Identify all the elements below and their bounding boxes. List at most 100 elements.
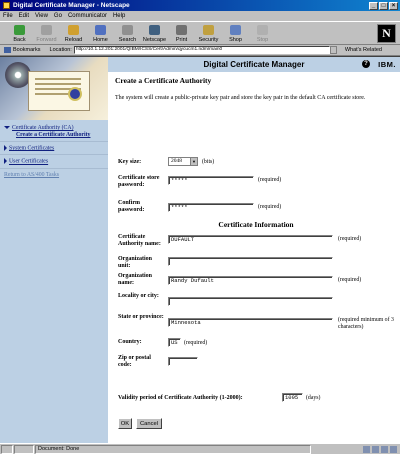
menu-help[interactable]: Help	[113, 13, 125, 19]
location-bar: Bookmarks Location: http://10.1.12.201:2…	[0, 45, 400, 56]
menu-go[interactable]: Go	[54, 13, 62, 19]
org-name-field[interactable]: Randy Dufault	[168, 276, 333, 285]
cancel-button[interactable]: Cancel	[136, 418, 162, 429]
bookmarks-button[interactable]: Bookmarks	[4, 47, 41, 53]
ca-name-field[interactable]: DUFAULT	[168, 235, 333, 244]
validity-unit: (days)	[306, 395, 321, 401]
forward-button[interactable]: Forward	[33, 22, 60, 44]
back-button[interactable]: Back	[6, 22, 33, 44]
toolbar-button-label: Home	[93, 37, 108, 43]
bookmarks-icon	[4, 47, 11, 53]
header-bar: Digital Certificate Manager ? IBM.	[108, 57, 400, 72]
search-button[interactable]: Search	[114, 22, 141, 44]
print-icon	[176, 25, 187, 35]
reload-button[interactable]: Reload	[60, 22, 87, 44]
toolbar-button-label: Forward	[36, 37, 57, 43]
menu-communicator[interactable]: Communicator	[68, 13, 107, 19]
maximize-button[interactable]: □	[379, 1, 388, 10]
toolbar-button-label: Shop	[229, 37, 242, 43]
sidebar-nav: Certificate Authority (CA) Create a Cert…	[0, 120, 108, 181]
toolbar-button-label: Search	[118, 37, 137, 43]
whats-related-button[interactable]: What's Related	[345, 47, 382, 53]
ok-button[interactable]: OK	[118, 418, 132, 429]
url-field[interactable]: http://10.1.12.201:2001/QIBM/ICSS/Cert/A…	[73, 46, 330, 54]
expand-triangle-icon	[4, 126, 10, 130]
return-to-tasks-link[interactable]: Return to AS/400 Tasks	[0, 169, 108, 181]
status-bar: Document: Done	[0, 443, 400, 454]
toolbar-button-label: Security	[198, 37, 219, 43]
discussion-icon[interactable]	[390, 445, 397, 453]
page-content: Certificate Authority (CA) Create a Cert…	[0, 56, 400, 443]
sidebar-item-certificate-authority[interactable]: Certificate Authority (CA) Create a Cert…	[0, 122, 108, 142]
sidebar-item-label: Certificate Authority (CA)	[12, 125, 74, 131]
seal-graphic	[68, 87, 82, 101]
navigator-icon[interactable]	[363, 445, 370, 453]
zip-label: Zip or postal code:	[118, 355, 151, 368]
sidebar-item-user-certificates[interactable]: User Certificates	[0, 155, 108, 169]
country-field[interactable]: US	[168, 338, 181, 347]
toolbar-button-label: Stop	[256, 37, 269, 43]
shop-button[interactable]: Shop	[222, 22, 249, 44]
print-button[interactable]: Print	[168, 22, 195, 44]
navigation-toolbar: Back Forward Reload Home Search Netscape Print…	[0, 21, 400, 45]
zip-field[interactable]	[168, 357, 198, 366]
mail-icon[interactable]	[372, 445, 379, 453]
required-note: (required)	[258, 204, 282, 210]
search-icon	[122, 25, 133, 35]
state-field[interactable]: Minnesota	[168, 318, 333, 327]
forward-arrow-icon	[41, 25, 52, 35]
key-size-label: Key size:	[118, 159, 142, 165]
confirm-password-field[interactable]: *****	[168, 203, 254, 212]
store-password-field[interactable]: *****	[168, 175, 254, 185]
key-size-select[interactable]: 2048 ▼	[168, 157, 198, 166]
netscape-button[interactable]: Netscape	[141, 22, 168, 44]
composer-icon[interactable]	[381, 445, 388, 453]
key-size-unit: (bits)	[202, 159, 215, 165]
toolbar-button-label: Back	[13, 37, 26, 43]
netscape-logo: N	[377, 24, 396, 43]
status-text: Document: Done	[35, 444, 311, 454]
ibm-logo: IBM.	[378, 60, 396, 69]
chevron-down-icon: ▼	[190, 158, 197, 165]
menu-edit[interactable]: Edit	[19, 13, 29, 19]
sidebar-item-system-certificates[interactable]: System Certificates	[0, 142, 108, 156]
state-required-note: (required minimum of 3 characters)	[338, 317, 394, 330]
netscape-icon	[149, 25, 160, 35]
sidebar-subitem-create-ca[interactable]: Create a Certificate Authority	[4, 132, 104, 138]
security-status-icon[interactable]	[1, 444, 13, 454]
ca-name-label: Certificate Authority name:	[118, 234, 161, 247]
page-title: Create a Certificate Authority	[115, 76, 212, 85]
help-icon[interactable]: ?	[362, 60, 370, 68]
menu-view[interactable]: View	[35, 13, 48, 19]
store-password-label: Certificate store password:	[118, 175, 160, 188]
reload-icon	[68, 25, 79, 35]
required-note: (required)	[258, 177, 282, 183]
back-arrow-icon	[14, 25, 25, 35]
org-unit-field[interactable]	[168, 257, 333, 266]
shop-icon	[230, 25, 241, 35]
stop-button[interactable]: Stop	[249, 22, 276, 44]
main-panel: Digital Certificate Manager ? IBM. Creat…	[108, 57, 400, 443]
collapse-triangle-icon	[4, 145, 7, 151]
org-name-label: Organization name:	[118, 273, 152, 286]
connection-status-icon	[14, 444, 34, 454]
toolbar-button-label: Reload	[64, 37, 83, 43]
locality-field[interactable]	[168, 297, 333, 306]
sidebar-item-label: User Certificates	[9, 158, 49, 165]
component-bar	[363, 445, 397, 453]
org-unit-label: Organization unit:	[118, 256, 152, 269]
key-size-value: 2048	[171, 158, 182, 164]
location-label: Location:	[49, 47, 72, 53]
url-dropdown-button[interactable]	[329, 46, 337, 54]
menu-file[interactable]: File	[3, 13, 13, 19]
required-note: (required)	[184, 340, 208, 346]
certificate-information-heading: Certificate Information	[218, 220, 294, 229]
close-button[interactable]: ×	[389, 1, 398, 10]
home-button[interactable]: Home	[87, 22, 114, 44]
window-title: Digital Certificate Manager - Netscape	[13, 2, 130, 9]
validity-field[interactable]: 1095	[282, 393, 303, 402]
home-icon	[95, 25, 106, 35]
validity-label: Validity period of Certificate Authority…	[118, 395, 243, 401]
minimize-button[interactable]: _	[369, 1, 378, 10]
security-button[interactable]: Security	[195, 22, 222, 44]
